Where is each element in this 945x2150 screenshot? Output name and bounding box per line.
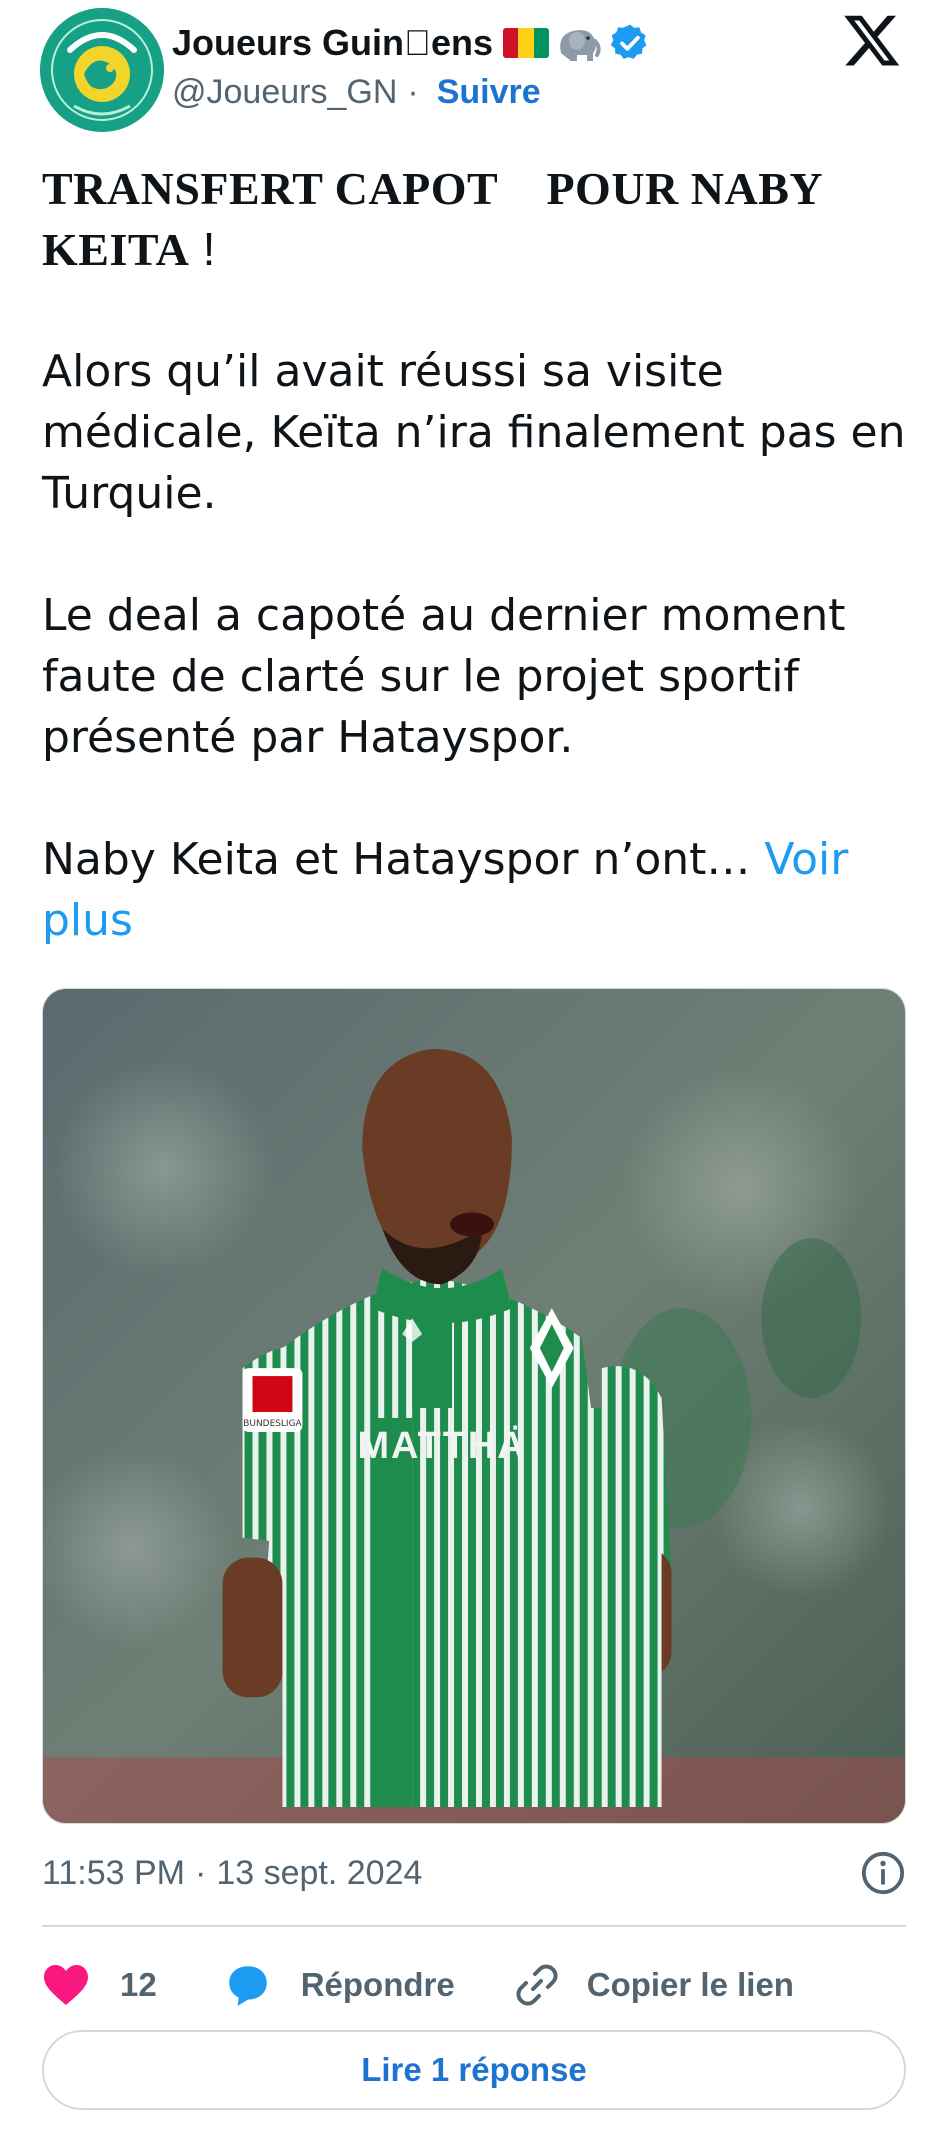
paragraph-3-text: Naby Keita et Hatayspor n’ont… bbox=[42, 834, 751, 885]
reply-label: Répondre bbox=[300, 1966, 455, 2003]
read-replies-button[interactable]: Lire 1 réponse bbox=[42, 2030, 906, 2110]
account-name[interactable]: Joueurs Guin ens bbox=[172, 22, 493, 64]
verified-badge-icon bbox=[609, 22, 651, 64]
info-icon[interactable] bbox=[860, 1850, 906, 1896]
tweet-header: Joueurs Guin ens @Joueurs_GN · Suivre bbox=[0, 0, 945, 140]
tweet-paragraph-2: Le deal a capoté au dernier moment faute… bbox=[42, 590, 846, 763]
reply-button[interactable]: Répondre bbox=[223, 1962, 455, 2008]
headline-text: TRANSFERT CAPOT  POUR NABY KEITA bbox=[42, 163, 822, 275]
player-photo: BUNDESLIGA MATTHÄ bbox=[43, 989, 905, 1823]
account-handle[interactable]: @Joueurs_GN bbox=[172, 73, 397, 112]
handle-row: @Joueurs_GN · Suivre bbox=[172, 70, 541, 114]
tweet-text: TRANSFERT CAPOT  POUR NABY KEITA ! Alors… bbox=[42, 158, 912, 951]
divider bbox=[42, 1925, 906, 1927]
tweet-headline: TRANSFERT CAPOT  POUR NABY KEITA ! bbox=[42, 158, 912, 280]
elephant-icon bbox=[555, 23, 601, 63]
account-avatar[interactable] bbox=[40, 8, 164, 132]
account-name-row[interactable]: Joueurs Guin ens bbox=[172, 18, 651, 68]
like-count: 12 bbox=[120, 1966, 157, 2003]
follow-button[interactable]: Suivre bbox=[437, 73, 541, 112]
like-button[interactable]: 12 bbox=[42, 1963, 157, 2007]
copy-link-label: Copier le lien bbox=[586, 1966, 794, 2003]
tweet-paragraph-3: Naby Keita et Hatayspor n’ont… Voir plus bbox=[42, 829, 912, 951]
tweet-actions: 12 Répondre Copier le lien bbox=[42, 1950, 906, 2020]
guinea-flag-icon bbox=[503, 28, 550, 58]
tweet-meta: 11:53 PM · 13 sept. 2024 bbox=[42, 1848, 906, 1898]
bundesliga-badge-text: BUNDESLIGA bbox=[243, 1419, 302, 1429]
tweet-date[interactable]: 13 sept. 2024 bbox=[216, 1854, 422, 1893]
headline-end: ! bbox=[189, 223, 216, 275]
tweet-photo[interactable]: BUNDESLIGA MATTHÄ bbox=[42, 988, 906, 1824]
meta-separator: · bbox=[195, 1853, 207, 1892]
avatar-logo-icon bbox=[40, 8, 164, 132]
link-icon bbox=[516, 1964, 558, 2006]
tweet-time[interactable]: 11:53 PM bbox=[42, 1854, 185, 1893]
tweet-paragraph-1: Alors qu’il avait réussi sa visite médic… bbox=[42, 346, 906, 519]
x-logo-icon[interactable] bbox=[842, 10, 902, 70]
reply-bubble-icon bbox=[228, 1966, 267, 2006]
handle-separator: · bbox=[407, 72, 419, 111]
jersey-sponsor-text: MATTHÄ bbox=[357, 1424, 526, 1467]
heart-icon bbox=[44, 1965, 88, 2005]
copy-link-button[interactable]: Copier le lien bbox=[513, 1961, 794, 2009]
